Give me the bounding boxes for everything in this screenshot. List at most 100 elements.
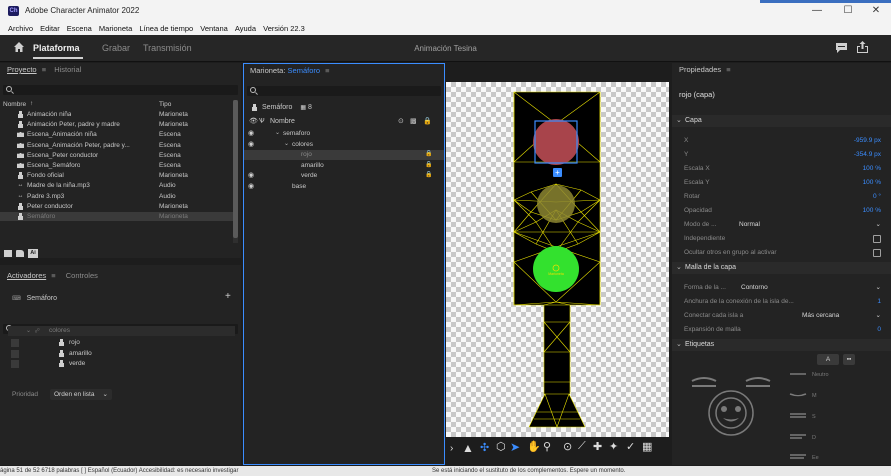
project-item[interactable]: Animación Peter, padre y madre Marioneta <box>0 120 233 129</box>
project-item[interactable]: Escena_Animación Peter, padre y... Escena <box>0 141 233 150</box>
lock-icon[interactable]: 🔒 <box>425 161 432 170</box>
menu-editar[interactable]: Editar <box>40 22 60 35</box>
visibility-eye-icon[interactable]: ◉ <box>248 182 254 191</box>
activator-group-row[interactable]: ⌄ ₒᵒ colores <box>8 326 235 336</box>
panel-menu-icon[interactable]: ≡ <box>42 65 46 74</box>
stick-tool-icon[interactable]: ⟋ <box>578 440 586 453</box>
right-eye-icon[interactable] <box>735 406 741 412</box>
lock-icon[interactable]: 🔒 <box>425 150 432 159</box>
origin-icon[interactable]: ⊙ <box>398 117 404 127</box>
chevron-down-icon[interactable]: ⌄ <box>26 326 31 336</box>
grid-tool-icon[interactable]: ▦ <box>642 440 652 453</box>
tab-controles[interactable]: Controles <box>66 271 98 280</box>
puppet-tree-row[interactable]: rojo 🔒 <box>244 150 444 160</box>
tab-proyecto[interactable]: Proyecto <box>7 65 37 74</box>
capa-section-header[interactable]: ⌄ Capa <box>672 115 891 127</box>
mouth-icon[interactable] <box>723 418 739 422</box>
left-eyebrow-icon[interactable] <box>691 377 717 382</box>
menu-linea-de-tiempo[interactable]: Línea de tiempo <box>139 22 193 35</box>
conectar-dropdown[interactable]: Más cercana ⌄ <box>802 311 881 320</box>
prop-x-value[interactable]: -959.9 px <box>854 135 881 146</box>
hotkey-slot[interactable] <box>11 349 19 358</box>
right-eyebrow-icon[interactable] <box>745 377 771 382</box>
green-light[interactable] <box>533 246 579 292</box>
panel-menu-icon[interactable]: ≡ <box>325 66 329 75</box>
tab-historial[interactable]: Historial <box>54 65 81 74</box>
independiente-checkbox[interactable] <box>873 235 881 243</box>
independent-icon[interactable]: ▩ <box>410 117 417 127</box>
project-item[interactable]: Animación niña Marioneta <box>0 110 233 119</box>
illustrator-icon[interactable]: Ai <box>28 249 38 258</box>
new-scene-icon[interactable] <box>4 250 12 257</box>
project-scrollbar[interactable] <box>233 100 238 243</box>
ocultar-checkbox[interactable] <box>873 249 881 257</box>
origin-tool-icon[interactable]: ⊙ <box>563 440 572 453</box>
tab-activadores[interactable]: Activadores <box>7 271 46 280</box>
puppet-figure-icon[interactable]: ▲ <box>462 441 474 455</box>
scrollbar-thumb[interactable] <box>233 100 238 238</box>
menu-version[interactable]: Versión 22.3 <box>263 22 305 35</box>
left-eye-icon[interactable] <box>721 406 727 412</box>
menu-escena[interactable]: Escena <box>67 22 92 35</box>
select-arrow-icon[interactable]: ➤ <box>510 440 520 454</box>
traffic-light-artwork[interactable]: + Marioneta <box>446 82 669 437</box>
mouth-m-icon[interactable] <box>789 393 807 397</box>
tag-text-toggle[interactable]: A <box>817 354 839 365</box>
add-activator-button[interactable]: + <box>225 291 231 302</box>
hotkey-slot[interactable] <box>11 339 19 347</box>
home-icon[interactable] <box>14 42 24 52</box>
panel-menu-icon[interactable]: ≡ <box>51 271 55 280</box>
project-search[interactable] <box>3 85 238 95</box>
project-item[interactable]: Semáforo Marioneta <box>0 212 233 221</box>
share-icon[interactable] <box>857 41 868 53</box>
hand-tool-icon[interactable]: ✋ <box>527 440 541 453</box>
project-item[interactable]: ↔ Padre 3.mp3 Audio <box>0 192 233 201</box>
tab-plataforma[interactable]: Plataforma <box>33 43 80 53</box>
close-button[interactable]: ✕ <box>862 3 890 19</box>
project-item[interactable]: Escena_Peter conductor Escena <box>0 151 233 160</box>
red-light[interactable] <box>533 119 579 165</box>
menu-ayuda[interactable]: Ayuda <box>235 22 256 35</box>
prop-y-value[interactable]: -354.9 px <box>854 149 881 160</box>
visibility-eye-icon[interactable]: ◉ <box>248 129 254 138</box>
mouth-s-icon[interactable] <box>790 413 806 418</box>
puppet-tree-row[interactable]: ◉ base <box>244 182 444 192</box>
tab-grabar[interactable]: Grabar <box>102 43 130 53</box>
lock-icon[interactable]: 🔒 <box>423 117 432 127</box>
face-tags-diagram[interactable]: Neutro M S D Ee <box>686 367 876 463</box>
activator-item[interactable]: rojo <box>8 338 235 348</box>
column-tipo[interactable]: Tipo <box>159 100 171 109</box>
project-item[interactable]: Fondo oficial Marioneta <box>0 171 233 180</box>
visibility-eye-icon[interactable]: ◉ <box>248 171 254 180</box>
activator-item[interactable]: verde <box>8 359 235 369</box>
puppet-tree-row[interactable]: ◉ verde 🔒 <box>244 171 444 181</box>
etiquetas-section-header[interactable]: ⌄ Etiquetas <box>672 339 891 351</box>
column-nombre[interactable]: Nombre <box>270 117 295 127</box>
prop-scale-y-value[interactable]: 100 % <box>863 177 881 188</box>
tab-transmision[interactable]: Transmisión <box>143 43 192 53</box>
menu-marioneta[interactable]: Marioneta <box>99 22 132 35</box>
lock-icon[interactable]: 🔒 <box>425 171 432 180</box>
chevron-down-icon[interactable]: ⌄ <box>275 129 280 138</box>
priority-dropdown[interactable]: Orden en lista ⌄ <box>50 389 112 400</box>
puppet-tree-row[interactable]: amarillo 🔒 <box>244 161 444 171</box>
project-item[interactable]: Peter conductor Marioneta <box>0 202 233 211</box>
forma-dropdown[interactable]: Contorno ⌄ <box>741 283 881 292</box>
puppet-search[interactable] <box>247 86 441 96</box>
visibility-eye-icon[interactable]: 👁 <box>249 117 258 127</box>
zoom-tool-icon[interactable]: ⚲ <box>543 440 551 453</box>
chevron-down-icon[interactable]: ⌄ <box>284 140 289 149</box>
shape-tool-icon[interactable]: ⬡ <box>496 440 506 453</box>
maximize-button[interactable]: ☐ <box>834 3 862 19</box>
chat-icon[interactable] <box>836 43 847 53</box>
prop-rotate-value[interactable]: 0 ° <box>873 191 881 202</box>
prop-anchura-value[interactable]: 1 <box>877 296 881 307</box>
visibility-eye-icon[interactable]: ◉ <box>248 140 254 149</box>
draw-tool-icon[interactable]: ✓ <box>626 440 635 453</box>
menu-ventana[interactable]: Ventana <box>200 22 228 35</box>
column-nombre[interactable]: Nombre <box>3 100 26 109</box>
transform-tool-icon[interactable]: ✣ <box>480 441 489 454</box>
folder-icon[interactable] <box>16 250 24 257</box>
project-item[interactable]: ↔ Madre de la niña.mp3 Audio <box>0 181 233 190</box>
tag-grid-toggle[interactable]: ▪▪ <box>843 354 855 365</box>
